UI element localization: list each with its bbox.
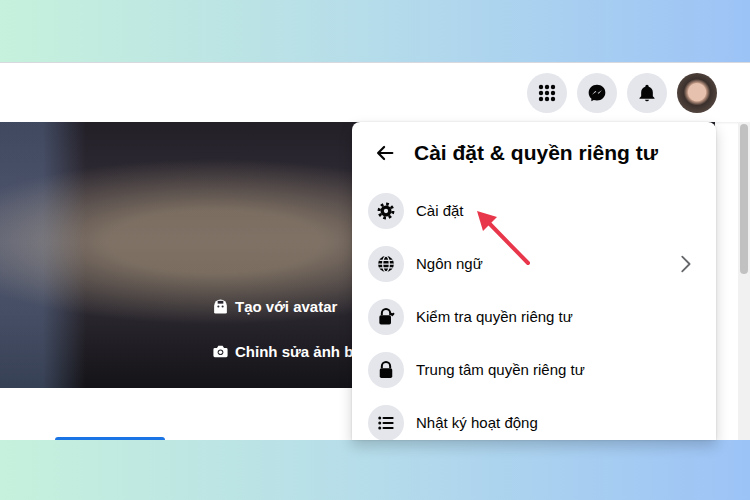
page-body: Tạo với avatarChỉnh sửa ảnh bìCài đặt & … <box>0 122 750 440</box>
bottom-band <box>0 440 750 500</box>
page: Tạo với avatarChỉnh sửa ảnh bìCài đặt & … <box>0 0 750 500</box>
browser-window: Tạo với avatarChỉnh sửa ảnh bìCài đặt & … <box>0 62 750 440</box>
lock-icon <box>376 360 396 380</box>
menu-item[interactable]: Trung tâm quyền riêng tư <box>352 343 716 396</box>
scrollbar-thumb[interactable] <box>740 124 748 274</box>
menu-item-icon-circle <box>368 405 404 441</box>
profile-action-button[interactable] <box>55 437 165 440</box>
messenger-button[interactable] <box>577 73 617 113</box>
camera-icon <box>212 343 229 360</box>
menu-item-icon-circle <box>368 193 404 229</box>
lock-heart-icon <box>376 307 396 327</box>
globe-icon <box>376 254 396 274</box>
notifications-button[interactable] <box>627 73 667 113</box>
menu-item[interactable]: Nhật ký hoạt động <box>352 396 716 440</box>
messenger-icon <box>587 83 607 103</box>
menu-header: Cài đặt & quyền riêng tư <box>352 122 716 184</box>
menu-item[interactable]: Cài đặt <box>352 184 716 237</box>
menu-item-icon-circle <box>368 246 404 282</box>
top-band <box>0 0 750 62</box>
avatar-face-icon <box>212 298 229 315</box>
cover-button[interactable]: Tạo với avatar <box>212 298 337 315</box>
menu-button[interactable] <box>527 73 567 113</box>
scrollbar[interactable] <box>738 122 750 440</box>
menu-item-label: Nhật ký hoạt động <box>416 414 696 431</box>
menu-item-label: Trung tâm quyền riêng tư <box>416 361 696 378</box>
bell-icon <box>637 83 657 103</box>
menu-item[interactable]: Ngôn ngữ <box>352 237 716 290</box>
menu-item-icon-circle <box>368 352 404 388</box>
top-bar <box>0 63 750 122</box>
account-avatar[interactable] <box>677 73 717 113</box>
menu-item-label: Kiểm tra quyền riêng tư <box>416 308 696 325</box>
cover-button[interactable]: Chỉnh sửa ảnh bì <box>212 343 358 360</box>
menu-title: Cài đặt & quyền riêng tư <box>414 141 658 165</box>
red-arrow-icon <box>470 204 540 274</box>
settings-menu: Cài đặt & quyền riêng tư Cài đặt Ngôn ngữ K… <box>352 122 716 440</box>
menu-item-label: Cài đặt <box>416 202 696 219</box>
gear-icon <box>376 201 396 221</box>
chevron-right-icon <box>674 253 696 275</box>
menu-item-icon-circle <box>368 299 404 335</box>
menu-item-label: Ngôn ngữ <box>416 255 662 272</box>
list-icon <box>376 413 396 433</box>
menu-item[interactable]: Kiểm tra quyền riêng tư <box>352 290 716 343</box>
back-arrow-icon[interactable] <box>374 142 396 164</box>
grid-icon <box>537 83 557 103</box>
